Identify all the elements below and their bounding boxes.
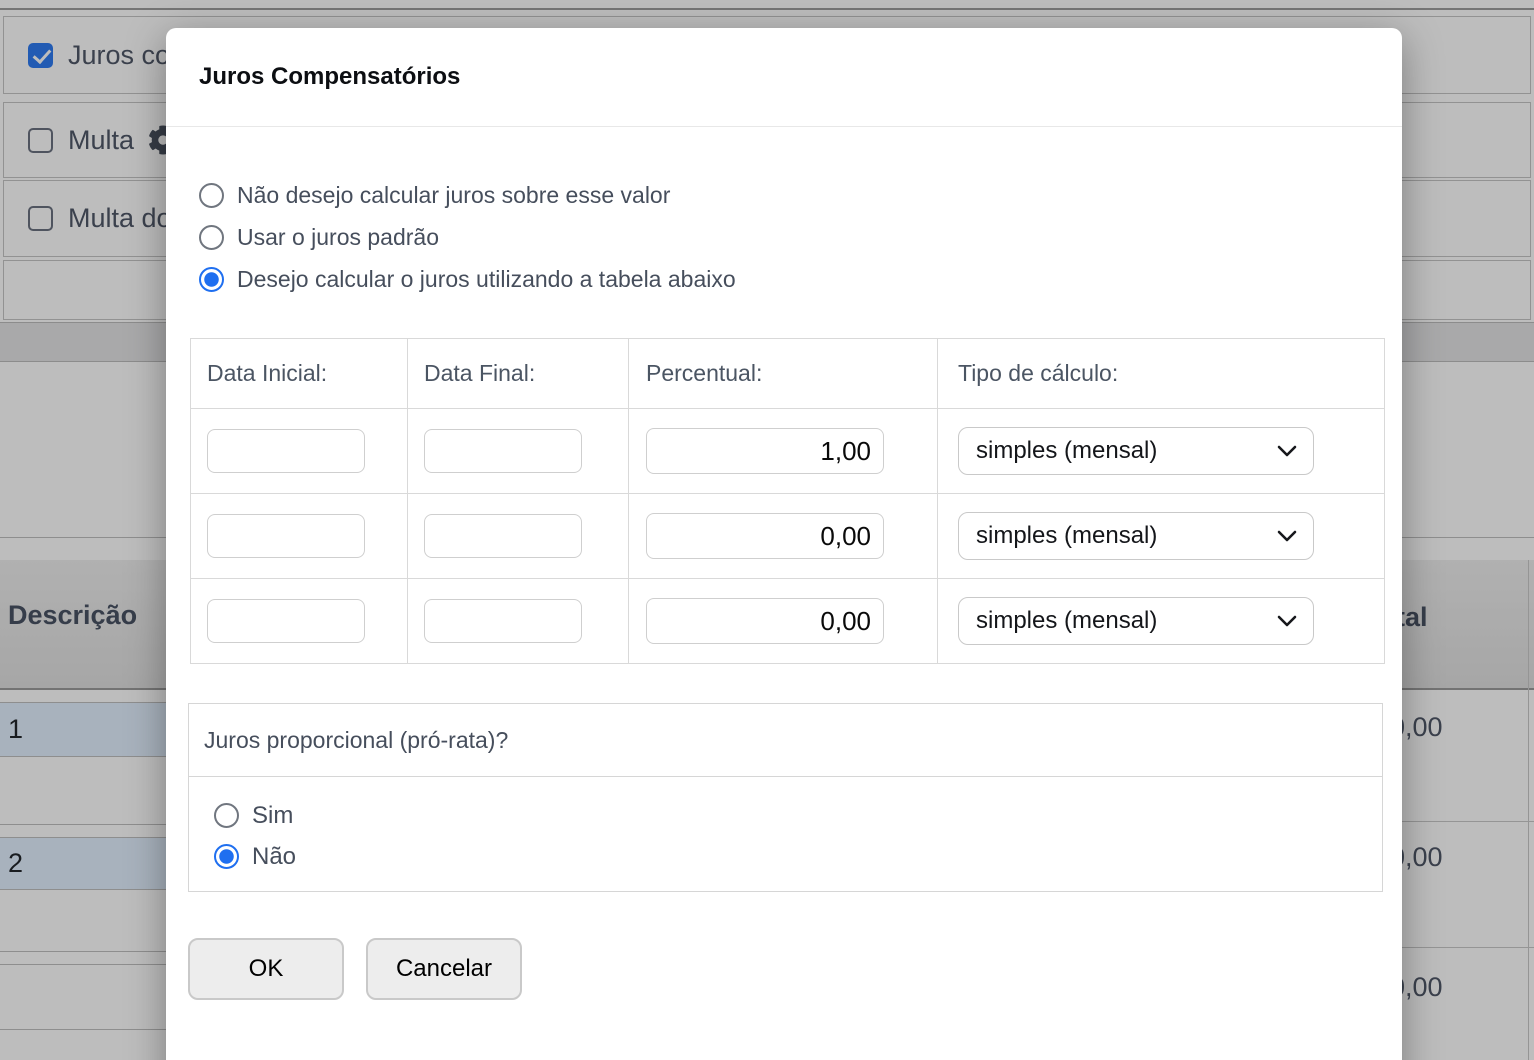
cell-data-final bbox=[408, 494, 629, 578]
radio-option-sim[interactable]: Sim bbox=[214, 795, 1382, 836]
cell-data-final bbox=[408, 579, 629, 663]
radio-option-tabela-abaixo[interactable]: Desejo calcular o juros utilizando a tab… bbox=[199, 258, 736, 300]
tipo-calculo-select-row-1[interactable]: simples (mensal) bbox=[958, 427, 1314, 475]
cell-percentual bbox=[629, 494, 938, 578]
data-final-input-row-1[interactable] bbox=[424, 429, 582, 473]
radio-option-label: Não desejo calcular juros sobre esse val… bbox=[237, 182, 670, 209]
select-value: simples (mensal) bbox=[976, 522, 1157, 550]
select-value: simples (mensal) bbox=[976, 437, 1157, 465]
percentual-input-row-3[interactable] bbox=[646, 598, 884, 644]
juros-mode-radio-group: Não desejo calcular juros sobre esse val… bbox=[199, 174, 736, 300]
percentual-input-row-1[interactable] bbox=[646, 428, 884, 474]
chevron-down-icon bbox=[1277, 530, 1297, 543]
juros-table-row-3: simples (mensal) bbox=[191, 578, 1384, 663]
radio-icon-selected[interactable] bbox=[214, 844, 239, 869]
radio-icon[interactable] bbox=[199, 225, 224, 250]
radio-icon[interactable] bbox=[199, 183, 224, 208]
percentual-input-row-2[interactable] bbox=[646, 513, 884, 559]
dialog-header: Juros Compensatórios bbox=[166, 28, 1402, 127]
radio-option-nao[interactable]: Não bbox=[214, 836, 1382, 877]
cell-tipo-calculo: simples (mensal) bbox=[938, 494, 1386, 578]
cell-data-inicial bbox=[191, 409, 408, 493]
radio-option-nao-desejo[interactable]: Não desejo calcular juros sobre esse val… bbox=[199, 174, 736, 216]
cell-tipo-calculo: simples (mensal) bbox=[938, 579, 1386, 663]
cell-data-final bbox=[408, 409, 629, 493]
cell-data-inicial bbox=[191, 494, 408, 578]
tipo-calculo-select-row-2[interactable]: simples (mensal) bbox=[958, 512, 1314, 560]
prorata-radio-group: Sim Não bbox=[189, 777, 1382, 877]
radio-option-label: Não bbox=[252, 843, 296, 871]
radio-option-label: Desejo calcular o juros utilizando a tab… bbox=[237, 266, 736, 293]
col-header-data-final: Data Final: bbox=[408, 339, 629, 408]
data-inicial-input-row-3[interactable] bbox=[207, 599, 365, 643]
tipo-calculo-select-row-3[interactable]: simples (mensal) bbox=[958, 597, 1314, 645]
radio-option-label: Usar o juros padrão bbox=[237, 224, 439, 251]
data-final-input-row-2[interactable] bbox=[424, 514, 582, 558]
dialog-title: Juros Compensatórios bbox=[199, 63, 460, 91]
chevron-down-icon bbox=[1277, 445, 1297, 458]
juros-table: Data Inicial: Data Final: Percentual: Ti… bbox=[190, 338, 1385, 664]
data-inicial-input-row-1[interactable] bbox=[207, 429, 365, 473]
cell-data-inicial bbox=[191, 579, 408, 663]
prorata-panel: Juros proporcional (pró-rata)? Sim Não bbox=[188, 703, 1383, 892]
cell-percentual bbox=[629, 579, 938, 663]
juros-table-row-1: simples (mensal) bbox=[191, 408, 1384, 493]
col-header-percentual: Percentual: bbox=[629, 339, 938, 408]
cell-tipo-calculo: simples (mensal) bbox=[938, 409, 1386, 493]
juros-table-row-2: simples (mensal) bbox=[191, 493, 1384, 578]
data-final-input-row-3[interactable] bbox=[424, 599, 582, 643]
prorata-question: Juros proporcional (pró-rata)? bbox=[189, 704, 1382, 777]
radio-icon[interactable] bbox=[214, 803, 239, 828]
juros-table-header-row: Data Inicial: Data Final: Percentual: Ti… bbox=[191, 339, 1384, 408]
col-header-tipo-calculo: Tipo de cálculo: bbox=[938, 339, 1386, 408]
cancel-button[interactable]: Cancelar bbox=[366, 938, 522, 1000]
radio-icon-selected[interactable] bbox=[199, 267, 224, 292]
juros-compensatorios-dialog: Juros Compensatórios Não desejo calcular… bbox=[166, 28, 1402, 1060]
select-value: simples (mensal) bbox=[976, 607, 1157, 635]
radio-option-label: Sim bbox=[252, 802, 293, 830]
ok-button[interactable]: OK bbox=[188, 938, 344, 1000]
radio-option-juros-padrao[interactable]: Usar o juros padrão bbox=[199, 216, 736, 258]
col-header-data-inicial: Data Inicial: bbox=[191, 339, 408, 408]
cell-percentual bbox=[629, 409, 938, 493]
screen: Juros co Multa Multa do Descrição tal 1 … bbox=[0, 0, 1534, 1060]
data-inicial-input-row-2[interactable] bbox=[207, 514, 365, 558]
chevron-down-icon bbox=[1277, 615, 1297, 628]
